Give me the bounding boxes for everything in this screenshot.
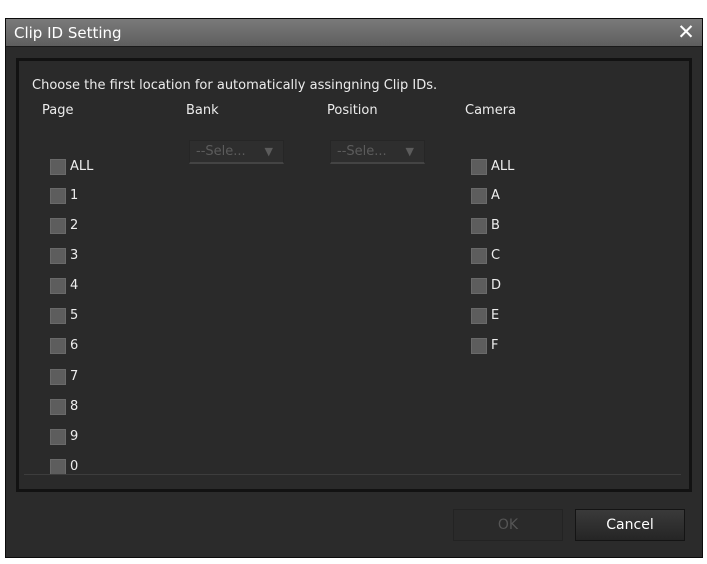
checkbox-label: 9 (70, 429, 79, 444)
checkbox-label: 8 (70, 399, 79, 414)
bank-select[interactable]: --Sele... ▼ (189, 140, 284, 164)
camera-checkbox-c[interactable]: C (471, 247, 500, 265)
checkbox-label: 1 (70, 188, 79, 203)
footer-divider (24, 474, 681, 475)
checkbox-label: D (491, 278, 502, 293)
camera-checkbox-a[interactable]: A (471, 187, 500, 205)
checkbox-label: 3 (70, 248, 79, 263)
page-checkbox-4[interactable]: 4 (50, 277, 78, 295)
clip-id-setting-dialog: Clip ID Setting ✕ (5, 18, 703, 558)
ok-button[interactable]: OK (453, 509, 563, 541)
checkbox-box[interactable] (50, 278, 66, 294)
cancel-button[interactable]: Cancel (575, 509, 685, 541)
instruction-text: Choose the first location for automatica… (32, 78, 438, 93)
checkbox-box[interactable] (471, 278, 487, 294)
checkbox-box[interactable] (471, 159, 487, 175)
checkbox-box[interactable] (50, 308, 66, 324)
close-icon[interactable]: ✕ (674, 20, 698, 44)
position-select-value: --Sele... (337, 144, 387, 159)
title-bar: Clip ID Setting ✕ (6, 19, 702, 47)
camera-checkbox-b[interactable]: B (471, 217, 500, 235)
checkbox-box[interactable] (50, 459, 66, 475)
checkbox-label: 7 (70, 369, 79, 384)
page-checkbox-8[interactable]: 8 (50, 398, 78, 416)
chevron-down-icon: ▼ (264, 145, 273, 158)
camera-column-header: Camera (465, 103, 517, 118)
position-column-header: Position (327, 103, 378, 118)
checkbox-label: 5 (70, 308, 79, 323)
checkbox-label: A (491, 188, 500, 203)
checkbox-label: 4 (70, 278, 79, 293)
checkbox-box[interactable] (50, 248, 66, 264)
page-checkbox-6[interactable]: 6 (50, 337, 78, 355)
dialog-title: Clip ID Setting (14, 24, 122, 42)
settings-panel (16, 58, 692, 492)
chevron-down-icon: ▼ (405, 145, 414, 158)
checkbox-box[interactable] (471, 338, 487, 354)
checkbox-label: 0 (70, 459, 79, 474)
camera-checkbox-f[interactable]: F (471, 337, 498, 355)
page-checkbox-1[interactable]: 1 (50, 187, 78, 205)
checkbox-label: B (491, 218, 500, 233)
checkbox-box[interactable] (471, 188, 487, 204)
bank-select-value: --Sele... (196, 144, 246, 159)
checkbox-box[interactable] (50, 369, 66, 385)
page-column-header: Page (42, 103, 74, 118)
checkbox-box[interactable] (50, 218, 66, 234)
page-checkbox-3[interactable]: 3 (50, 247, 78, 265)
checkbox-label: ALL (491, 159, 515, 174)
checkbox-label: 6 (70, 338, 79, 353)
checkbox-label: ALL (70, 159, 94, 174)
camera-checkbox-d[interactable]: D (471, 277, 501, 295)
checkbox-label: C (491, 248, 501, 263)
page-checkbox-2[interactable]: 2 (50, 217, 78, 235)
checkbox-box[interactable] (50, 188, 66, 204)
checkbox-box[interactable] (50, 159, 66, 175)
checkbox-label: F (491, 338, 499, 353)
page-checkbox-9[interactable]: 9 (50, 428, 78, 446)
checkbox-box[interactable] (471, 248, 487, 264)
checkbox-box[interactable] (471, 308, 487, 324)
camera-checkbox-all[interactable]: ALL (471, 158, 514, 176)
checkbox-label: E (491, 308, 500, 323)
checkbox-box[interactable] (50, 429, 66, 445)
checkbox-box[interactable] (50, 399, 66, 415)
camera-checkbox-e[interactable]: E (471, 307, 499, 325)
page-checkbox-7[interactable]: 7 (50, 368, 78, 386)
checkbox-box[interactable] (471, 218, 487, 234)
checkbox-label: 2 (70, 218, 79, 233)
checkbox-box[interactable] (50, 338, 66, 354)
position-select[interactable]: --Sele... ▼ (330, 140, 425, 164)
page-checkbox-all[interactable]: ALL (50, 158, 93, 176)
bank-column-header: Bank (186, 103, 219, 118)
page-checkbox-5[interactable]: 5 (50, 307, 78, 325)
